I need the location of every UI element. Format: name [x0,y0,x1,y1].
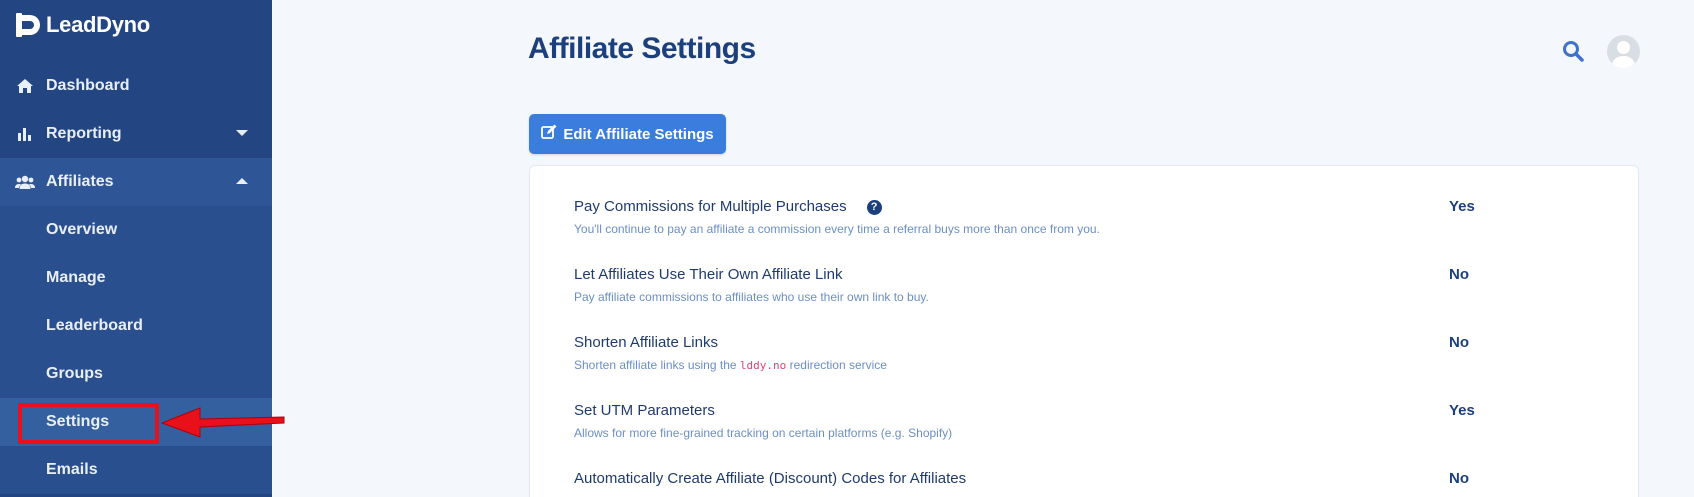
home-icon [15,78,35,94]
description-text: redirection service [789,358,887,372]
setting-title-text: Pay Commissions for Multiple Purchases [574,198,847,215]
short-domain-code: lddy.no [739,359,787,372]
edit-icon [541,124,557,144]
description-text: Shorten affiliate links using the [574,358,737,372]
setting-description: Allows for more fine-grained tracking on… [574,426,953,440]
setting-description: You'll continue to pay an affiliate a co… [574,222,1100,236]
setting-value: No [1449,266,1469,283]
setting-description: Pay affiliate commissions to affiliates … [574,290,929,304]
sidebar-subitem-leaderboard[interactable]: Leaderboard [0,302,272,350]
sidebar-item-label: Overview [46,221,118,238]
avatar[interactable] [1607,35,1640,68]
setting-title: Let Affiliates Use Their Own Affiliate L… [574,266,843,283]
setting-title: Automatically Create Affiliate (Discount… [574,470,967,487]
edit-button-label: Edit Affiliate Settings [563,125,714,143]
sidebar-item-reporting[interactable]: Reporting [0,110,272,158]
users-icon [15,175,35,189]
sidebar-item-label: Leaderboard [46,317,143,334]
setting-title: Pay Commissions for Multiple Purchases? [574,198,882,215]
setting-value: Yes [1449,198,1475,215]
logo-mark-icon [16,13,40,37]
sidebar-item-dashboard[interactable]: Dashboard [0,62,272,110]
brand-name: LeadDyno [46,12,150,37]
sidebar-item-label: Dashboard [46,77,130,94]
setting-title: Set UTM Parameters [574,402,715,419]
page-title: Affiliate Settings [528,32,756,65]
setting-title: Shorten Affiliate Links [574,334,718,351]
sidebar-item-label: Manage [46,269,106,286]
sidebar-subitem-groups[interactable]: Groups [0,350,272,398]
annotation-highlight-box [18,403,159,444]
sidebar-subitem-emails[interactable]: Emails [0,446,272,494]
setting-description: Shorten affiliate links using the lddy.n… [574,358,887,372]
sidebar-item-label: Affiliates [46,173,114,190]
setting-value: Yes [1449,402,1475,419]
sidebar-item-label: Reporting [46,125,122,142]
search-icon[interactable] [1562,40,1586,64]
sidebar-item-affiliates[interactable]: Affiliates [0,158,272,206]
setting-value: No [1449,470,1469,487]
user-icon [1617,41,1630,54]
sidebar-item-label: Emails [46,461,98,478]
help-icon[interactable]: ? [866,199,882,215]
chevron-up-icon [236,178,248,184]
bar-chart-icon [15,127,35,141]
brand-logo[interactable]: LeadDyno [16,12,150,38]
annotation-arrow-icon [160,407,285,438]
chevron-down-icon [236,130,248,136]
sidebar-subitem-manage[interactable]: Manage [0,254,272,302]
sidebar-item-label: Groups [46,365,103,382]
setting-value: No [1449,334,1469,351]
sidebar-subitem-overview[interactable]: Overview [0,206,272,254]
edit-affiliate-settings-button[interactable]: Edit Affiliate Settings [529,114,726,154]
